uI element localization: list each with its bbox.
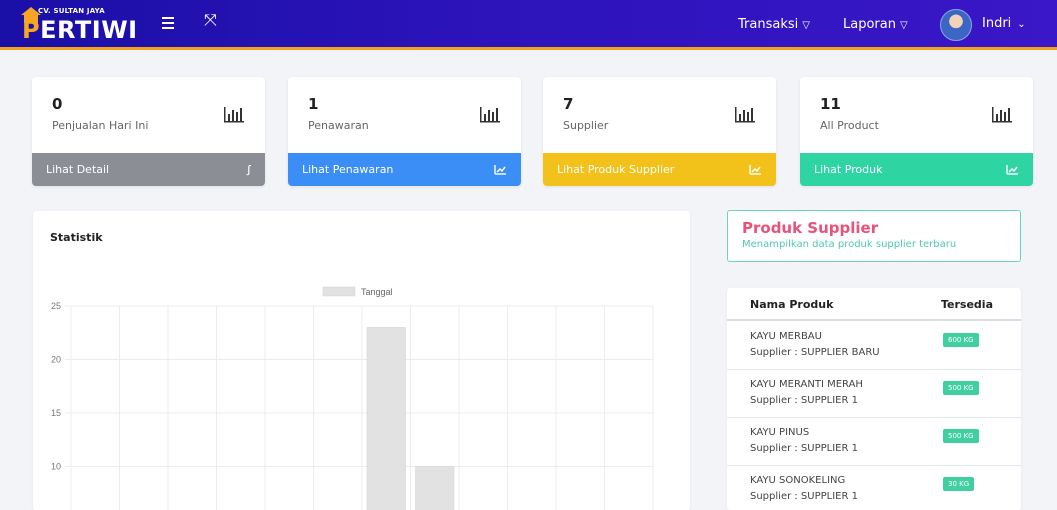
chevron-down-icon: ▽: [899, 20, 908, 31]
user-menu[interactable]: Indri ⌄: [982, 16, 1026, 31]
statistik-panel: Statistik 10 15 20 25 Tanggal: [33, 211, 690, 510]
nav-transaksi-label: Transaksi: [738, 17, 799, 32]
product-supplier: Supplier : SUPPLIER 1: [750, 443, 858, 454]
y-tick-label: 15: [51, 408, 61, 418]
lihat-produk-supplier-link[interactable]: Lihat Produk Supplier: [543, 153, 776, 186]
card-supplier: 7 Supplier Lihat Produk Supplier: [543, 77, 776, 186]
nav-transaksi[interactable]: Transaksi ▽: [738, 16, 810, 35]
y-tick-label: 20: [51, 355, 61, 365]
product-supplier: Supplier : SUPPLIER 1: [750, 491, 858, 502]
stock-badge: 500 KG: [943, 429, 979, 443]
card-label: Penjualan Hari Ini: [52, 119, 149, 132]
trend-icon: [1006, 165, 1018, 175]
card-penawaran: 1 Penawaran Lihat Penawaran: [288, 77, 521, 186]
stock-badge: 600 KG: [943, 333, 979, 347]
chevron-down-icon: ▽: [802, 20, 810, 31]
legend-swatch: [322, 286, 356, 297]
y-tick-label: 10: [51, 462, 61, 472]
bar-chart-icon: [480, 107, 500, 123]
logo-company-label: CV. SULTAN JAYA: [38, 7, 105, 15]
table-row[interactable]: KAYU SONOKELING Supplier : SUPPLIER 1 30…: [727, 466, 1021, 510]
produk-supplier-table: Nama Produk Tersedia KAYU MERBAU Supplie…: [727, 288, 1021, 510]
avatar[interactable]: [940, 9, 972, 41]
column-tersedia: Tersedia: [941, 298, 994, 311]
menu-toggle-icon[interactable]: [162, 14, 176, 34]
card-value: 1: [308, 95, 319, 113]
brand-logo[interactable]: CV. SULTAN JAYA PERTIWI: [20, 4, 140, 44]
statistik-chart: 10 15 20 25 Tanggal: [51, 286, 654, 510]
card-value: 11: [820, 95, 841, 113]
produk-supplier-subtitle: Menampilkan data produk supplier terbaru: [742, 239, 957, 250]
product-name: KAYU PINUS: [750, 427, 810, 438]
table-row[interactable]: KAYU MERANTI MERAH Supplier : SUPPLIER 1…: [727, 370, 1021, 418]
product-supplier: Supplier : SUPPLIER 1: [750, 395, 858, 406]
user-name: Indri: [982, 16, 1012, 31]
footer-label: Lihat Detail: [46, 163, 110, 176]
top-navbar: CV. SULTAN JAYA PERTIWI ⤧ Transaksi ▽ Lap…: [0, 0, 1057, 50]
product-name: KAYU MERANTI MERAH: [750, 379, 863, 390]
trend-icon: [494, 165, 506, 175]
stock-badge: 30 KG: [943, 477, 975, 491]
nav-laporan[interactable]: Laporan ▽: [843, 16, 908, 35]
product-supplier: Supplier : SUPPLIER BARU: [750, 347, 880, 358]
run-icon: ꭍ: [246, 163, 251, 179]
product-name: KAYU SONOKELING: [750, 475, 846, 486]
footer-label: Lihat Produk: [814, 163, 883, 176]
chart-bar: [415, 466, 455, 510]
card-label: All Product: [820, 119, 879, 132]
logo-name: PERTIWI: [22, 16, 138, 44]
lihat-detail-link[interactable]: Lihat Detail ꭍ: [32, 153, 265, 186]
card-value: 7: [563, 95, 574, 113]
card-label: Penawaran: [308, 119, 369, 132]
lihat-produk-link[interactable]: Lihat Produk: [800, 153, 1033, 186]
column-nama-produk: Nama Produk: [750, 298, 834, 311]
table-row[interactable]: KAYU PINUS Supplier : SUPPLIER 1 500 KG: [727, 418, 1021, 466]
stock-badge: 500 KG: [943, 381, 979, 395]
footer-label: Lihat Penawaran: [302, 163, 394, 176]
fullscreen-icon[interactable]: ⤧: [204, 10, 217, 30]
legend-label: Tanggal: [361, 287, 393, 297]
y-tick-label: 25: [51, 301, 61, 311]
trend-icon: [749, 165, 761, 175]
chart-bar: [366, 327, 406, 510]
card-all-product: 11 All Product Lihat Produk: [800, 77, 1033, 186]
bar-chart-icon: [735, 107, 755, 123]
lihat-penawaran-link[interactable]: Lihat Penawaran: [288, 153, 521, 186]
produk-supplier-header: Produk Supplier Menampilkan data produk …: [727, 210, 1021, 262]
nav-laporan-label: Laporan: [843, 17, 896, 32]
card-label: Supplier: [563, 119, 609, 132]
bar-chart-icon: [224, 107, 244, 123]
chevron-down-icon: ⌄: [1017, 19, 1026, 30]
table-header: Nama Produk Tersedia: [727, 288, 1021, 321]
bar-chart-icon: [992, 107, 1012, 123]
table-row[interactable]: KAYU MERBAU Supplier : SUPPLIER BARU 600…: [727, 322, 1021, 370]
card-value: 0: [52, 95, 63, 113]
produk-supplier-title: Produk Supplier: [742, 219, 879, 237]
card-penjualan: 0 Penjualan Hari Ini Lihat Detail ꭍ: [32, 77, 265, 186]
product-name: KAYU MERBAU: [750, 331, 822, 342]
footer-label: Lihat Produk Supplier: [557, 163, 675, 176]
